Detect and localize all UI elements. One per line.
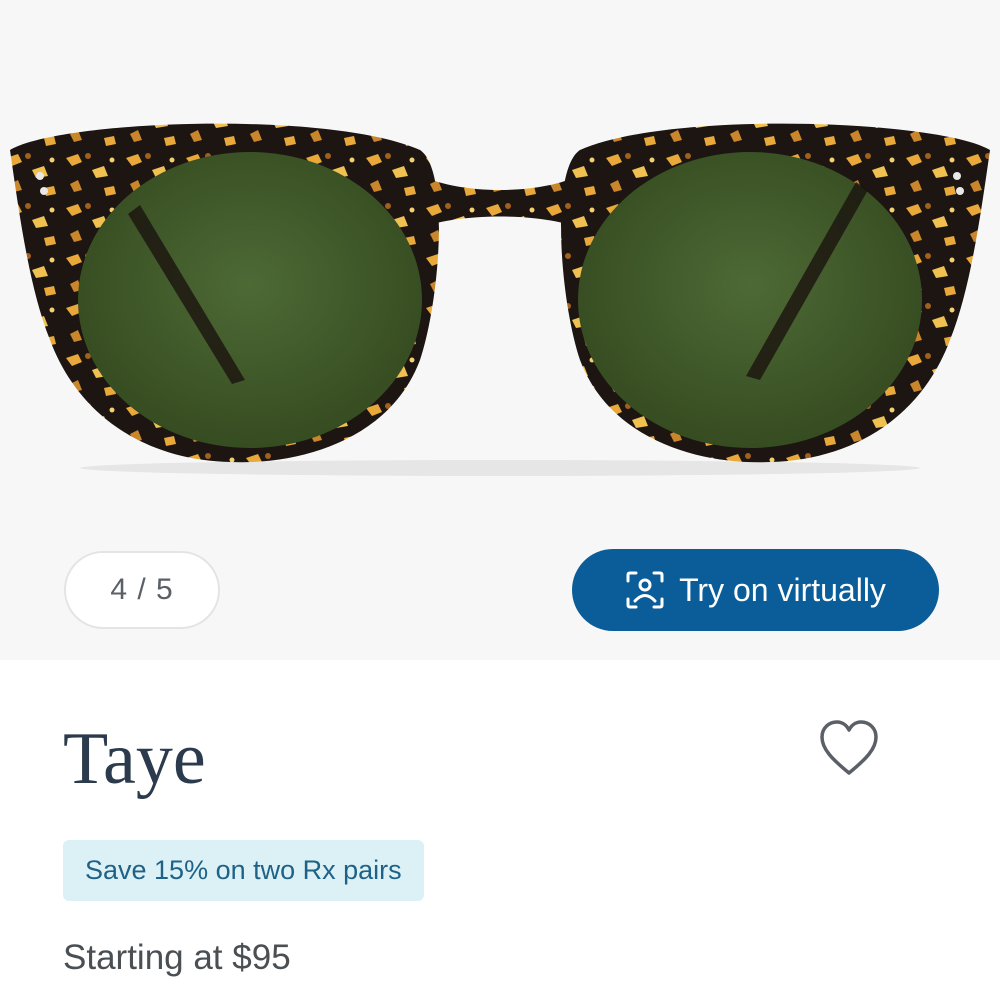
promo-text: Save 15% on two Rx pairs bbox=[85, 855, 402, 885]
face-scan-icon bbox=[626, 571, 664, 609]
heart-outline-icon[interactable] bbox=[818, 719, 880, 779]
pager-text: 4 / 5 bbox=[110, 573, 174, 606]
try-on-label: Try on virtually bbox=[679, 571, 886, 608]
product-image-gallery[interactable]: 4 / 5 Try on virtually bbox=[0, 0, 1000, 660]
sunglasses-product-image bbox=[10, 123, 990, 476]
price-text: Starting at $95 bbox=[63, 938, 291, 977]
product-name: Taye bbox=[63, 718, 206, 800]
image-pager-indicator: 4 / 5 bbox=[64, 551, 220, 629]
try-on-virtually-button[interactable]: Try on virtually bbox=[572, 549, 939, 631]
promo-badge: Save 15% on two Rx pairs bbox=[63, 840, 424, 901]
